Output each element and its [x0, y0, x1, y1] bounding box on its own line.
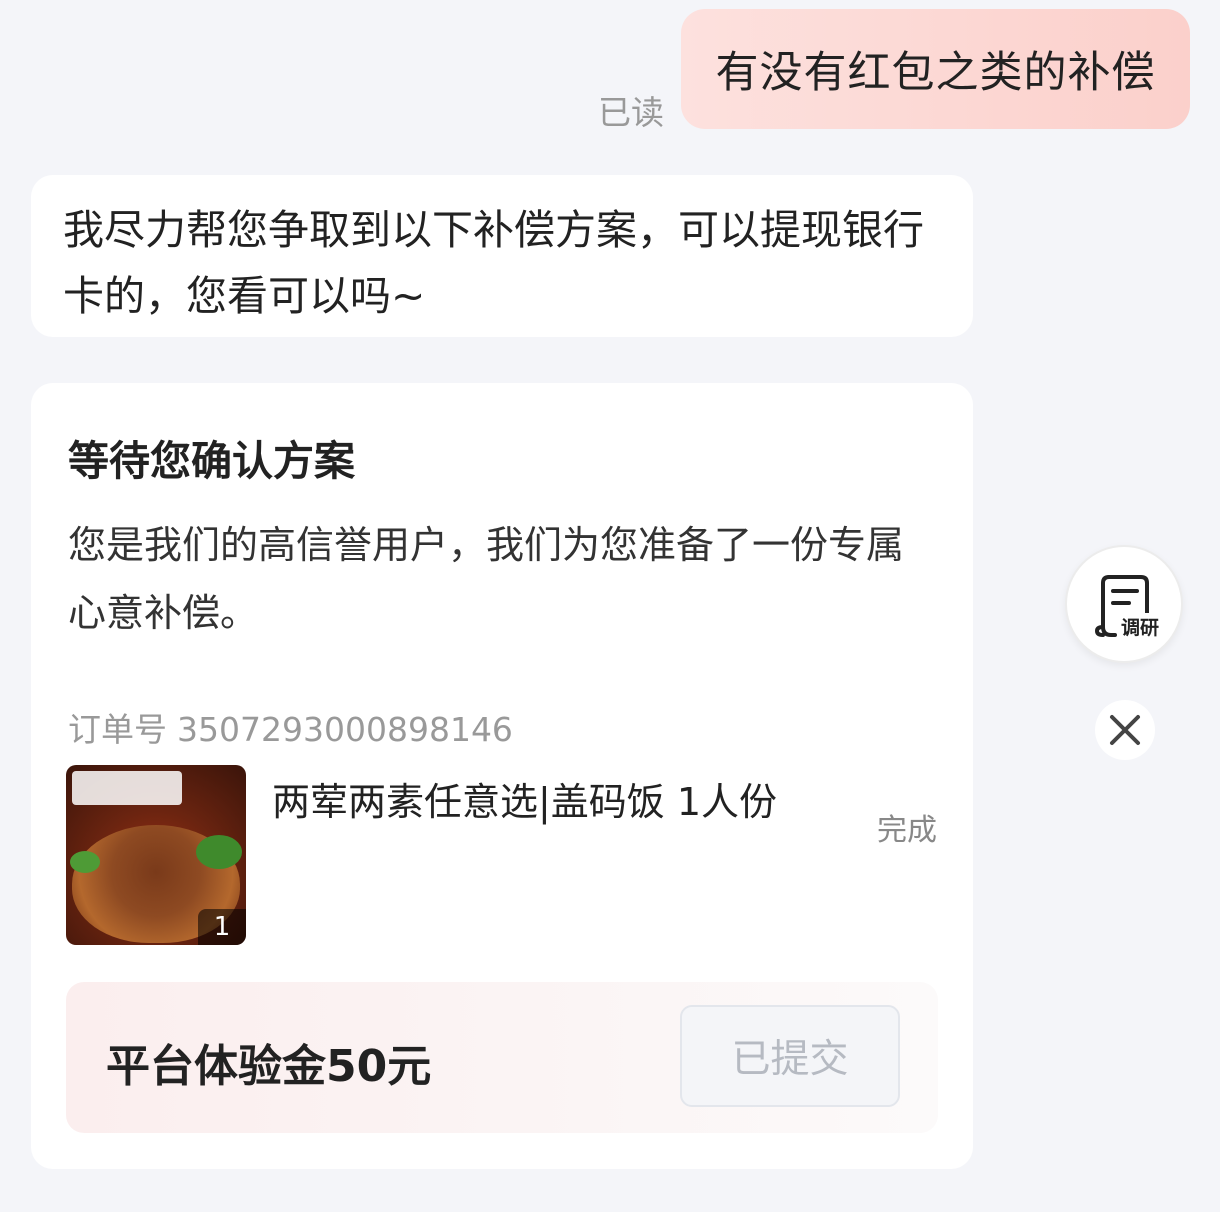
- read-status: 已读: [598, 93, 664, 132]
- submitted-button[interactable]: 已提交: [680, 1005, 900, 1107]
- quantity-badge: 1: [198, 909, 246, 945]
- close-icon: [1110, 715, 1140, 745]
- card-title: 等待您确认方案: [68, 437, 355, 485]
- order-number: 订单号 3507293000898146: [68, 703, 513, 751]
- order-status: 完成: [877, 813, 937, 848]
- user-message-bubble: 有没有红包之类的补偿: [681, 9, 1190, 129]
- product-image[interactable]: 1: [66, 765, 246, 945]
- survey-label: 调研: [1119, 613, 1162, 640]
- close-button[interactable]: [1095, 700, 1155, 760]
- user-message-text: 有没有红包之类的补偿: [715, 48, 1156, 98]
- brand-logo: [72, 771, 182, 805]
- card-description: 您是我们的高信誉用户，我们为您准备了一份专属心意补偿。: [68, 523, 905, 635]
- agent-message-text: 我尽力帮您争取到以下补偿方案，可以提现银行卡的，您看可以吗~: [63, 206, 924, 320]
- compensation-option: 平台体验金50元 已提交: [66, 982, 938, 1133]
- herb-graphic: [70, 851, 100, 873]
- compensation-label: 平台体验金50元: [106, 1041, 432, 1092]
- order-label: 订单号: [68, 710, 167, 749]
- survey-button[interactable]: 调研: [1065, 545, 1183, 663]
- compensation-card: 等待您确认方案 您是我们的高信誉用户，我们为您准备了一份专属心意补偿。 订单号 3…: [31, 383, 973, 1169]
- herb-graphic: [196, 835, 242, 869]
- order-number-value: 3507293000898146: [177, 710, 513, 749]
- chat-screen: 有没有红包之类的补偿 已读 我尽力帮您争取到以下补偿方案，可以提现银行卡的，您看…: [0, 0, 1220, 1212]
- agent-message-bubble: 我尽力帮您争取到以下补偿方案，可以提现银行卡的，您看可以吗~: [31, 175, 973, 337]
- product-name[interactable]: 两荤两素任意选|盖码饭 1人份: [272, 771, 777, 826]
